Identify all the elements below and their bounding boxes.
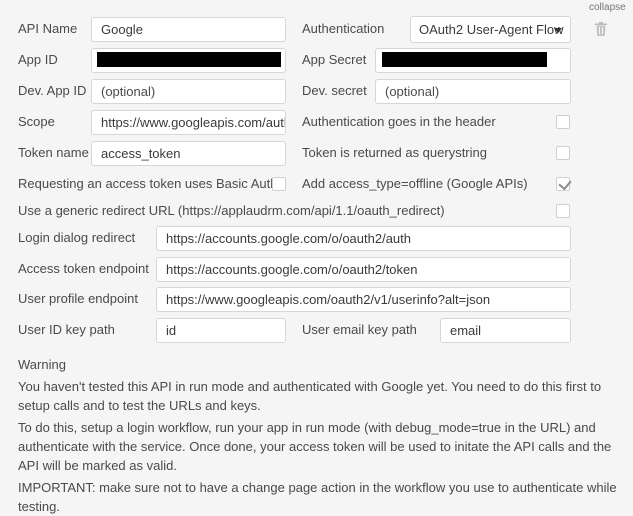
user-profile-endpoint-input[interactable]: https://www.googleapis.com/oauth2/v1/use…: [156, 287, 571, 312]
api-name-input[interactable]: Google: [91, 17, 286, 42]
app-id-label: App ID: [18, 52, 58, 67]
token-name-label: Token name: [18, 145, 89, 160]
token-querystring-checkbox[interactable]: [556, 146, 570, 160]
warning-paragraph-3: IMPORTANT: make sure not to have a chang…: [18, 480, 617, 514]
access-token-endpoint-label: Access token endpoint: [18, 261, 149, 276]
user-id-key-path-input[interactable]: id: [156, 318, 286, 343]
login-dialog-redirect-input[interactable]: https://accounts.google.com/o/oauth2/aut…: [156, 226, 571, 251]
authentication-label: Authentication: [302, 21, 385, 36]
access-type-offline-checkbox[interactable]: [556, 176, 572, 191]
login-dialog-redirect-label: Login dialog redirect: [18, 230, 136, 245]
user-id-key-path-label: User ID key path: [18, 322, 115, 337]
checkmark-icon: [558, 176, 572, 191]
user-email-key-path-input[interactable]: email: [440, 318, 571, 343]
token-querystring-label: Token is returned as querystring: [302, 145, 487, 160]
app-secret-redaction: [382, 52, 547, 67]
api-name-label: API Name: [18, 21, 78, 36]
app-secret-label: App Secret: [302, 52, 367, 67]
token-name-input[interactable]: access_token: [91, 141, 286, 166]
access-type-offline-label: Add access_type=offline (Google APIs): [302, 176, 528, 191]
dev-secret-input[interactable]: (optional): [375, 79, 571, 104]
auth-in-header-label: Authentication goes in the header: [302, 114, 496, 129]
user-email-key-path-label: User email key path: [302, 322, 417, 337]
user-profile-endpoint-label: User profile endpoint: [18, 291, 138, 306]
collapse-link[interactable]: collapse: [589, 2, 626, 13]
scope-input[interactable]: https://www.googleapis.com/auth/u: [91, 110, 286, 135]
chevron-down-icon: [554, 28, 562, 33]
auth-in-header-checkbox[interactable]: [556, 115, 570, 129]
scope-label: Scope: [18, 114, 55, 129]
dev-app-id-input[interactable]: (optional): [91, 79, 286, 104]
dev-app-id-label: Dev. App ID: [18, 83, 87, 98]
trash-icon[interactable]: [595, 22, 607, 36]
authentication-select-value: OAuth2 User-Agent Flow: [419, 22, 564, 37]
generic-redirect-checkbox[interactable]: [556, 204, 570, 218]
basic-auth-label: Requesting an access token uses Basic Au…: [18, 176, 278, 191]
access-token-endpoint-input[interactable]: https://accounts.google.com/o/oauth2/tok…: [156, 257, 571, 282]
warning-paragraph-1: You haven't tested this API in run mode …: [18, 379, 602, 413]
dev-secret-label: Dev. secret: [302, 83, 367, 98]
warning-title: Warning: [18, 357, 66, 372]
authentication-select[interactable]: OAuth2 User-Agent Flow: [410, 16, 571, 43]
app-id-redaction: [97, 52, 281, 67]
warning-paragraph-2: To do this, setup a login workflow, run …: [18, 420, 612, 473]
generic-redirect-label: Use a generic redirect URL (https://appl…: [18, 203, 445, 218]
basic-auth-checkbox[interactable]: [272, 177, 286, 191]
